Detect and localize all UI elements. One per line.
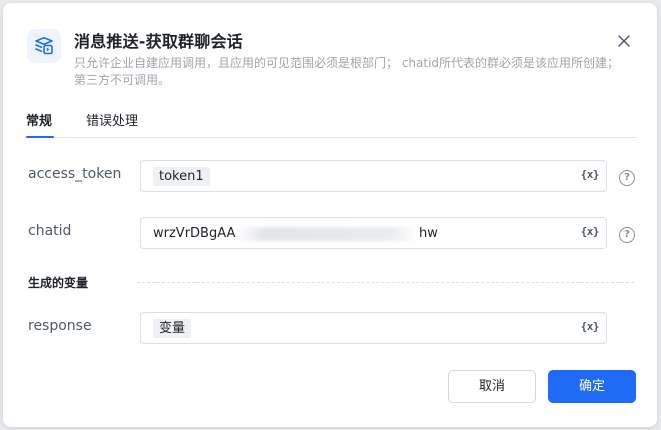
- response-label: response: [28, 318, 92, 334]
- insert-variable-button[interactable]: {x}: [581, 320, 600, 333]
- chatid-value-start: wrzVrDBgAA: [153, 226, 236, 241]
- close-button[interactable]: [613, 30, 635, 52]
- help-icon[interactable]: ?: [619, 227, 635, 243]
- insert-variable-button[interactable]: {x}: [581, 168, 600, 181]
- dialog-title: 消息推送-获取群聊会话: [74, 32, 243, 51]
- chatid-input[interactable]: wrzVrDBgAA hw {x}: [140, 217, 607, 249]
- help-icon[interactable]: ?: [619, 170, 635, 186]
- access-token-value: token1: [153, 167, 210, 186]
- close-icon: [618, 35, 630, 47]
- response-value: 变量: [153, 319, 192, 338]
- tab-error-handling[interactable]: 错误处理: [86, 110, 138, 129]
- output-section-title: 生成的变量: [28, 276, 89, 290]
- chatid-value-end: hw: [419, 226, 438, 241]
- message-push-icon: [35, 37, 53, 55]
- dialog-description: 只允许企业自建应用调用，且应用的可见范围必须是根部门； chatid所代表的群必…: [74, 56, 620, 87]
- response-input[interactable]: 变量 {x}: [140, 312, 607, 344]
- tab-general[interactable]: 常规: [26, 110, 52, 129]
- chatid-label: chatid: [28, 223, 72, 239]
- tab-bar: 常规 错误处理: [25, 108, 637, 138]
- redacted-text: [237, 227, 417, 241]
- insert-variable-button[interactable]: {x}: [581, 225, 600, 238]
- confirm-button[interactable]: 确定: [548, 370, 636, 403]
- active-tab-indicator: [26, 136, 54, 138]
- cancel-button[interactable]: 取消: [448, 370, 536, 403]
- access-token-input[interactable]: token1 {x}: [140, 160, 607, 192]
- section-divider: [137, 282, 634, 283]
- access-token-label: access_token: [28, 166, 122, 182]
- dialog: 消息推送-获取群聊会话 只允许企业自建应用调用，且应用的可见范围必须是根部门； …: [3, 3, 657, 427]
- app-icon: [27, 29, 61, 63]
